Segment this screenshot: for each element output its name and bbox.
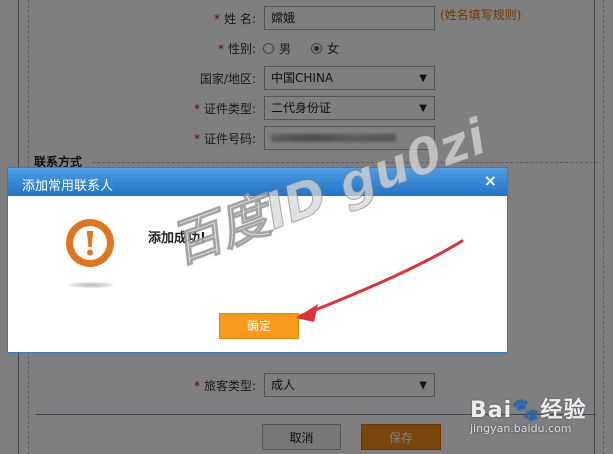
success-message: 添加成功! (148, 231, 206, 246)
dialog-header: 添加常用联系人 × (8, 168, 507, 196)
close-icon[interactable]: × (484, 171, 497, 190)
baidu-site-text: jingyan.baidu.com (470, 422, 572, 435)
confirm-button[interactable]: 确定 (219, 313, 299, 339)
baidu-logo-text: Bai🐾经验 (470, 398, 587, 423)
warning-icon (66, 219, 114, 267)
annotation-arrow-icon (296, 239, 464, 322)
dialog-title: 添加常用联系人 (22, 179, 114, 194)
icon-shadow (68, 282, 114, 288)
baidu-jingyan-logo: Bai🐾经验 jingyan.baidu.com (470, 392, 610, 436)
